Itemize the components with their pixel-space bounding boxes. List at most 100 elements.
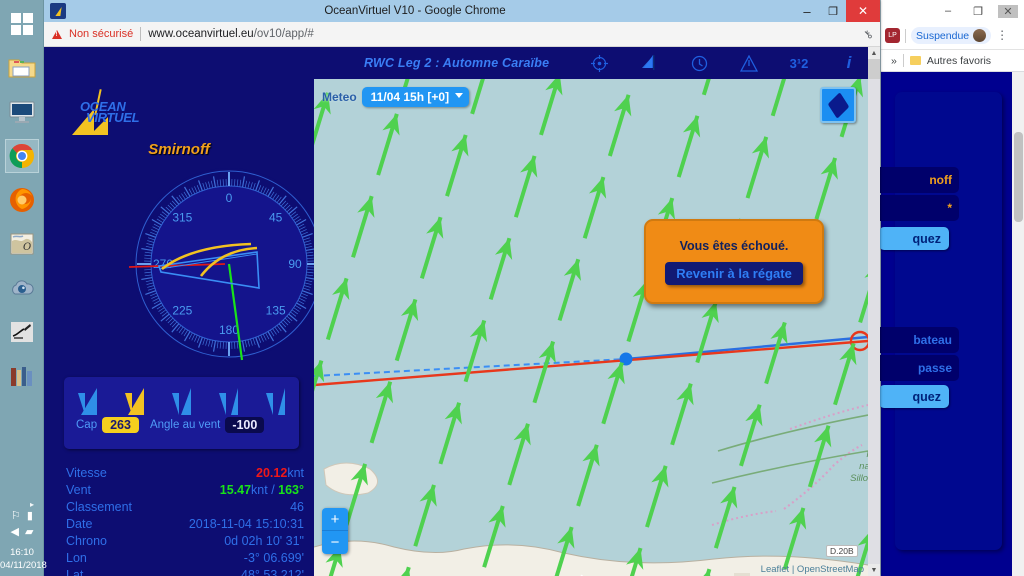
- meteo-select[interactable]: 11/04 15h [+0]: [361, 87, 470, 107]
- wind-arrow-icon: [548, 254, 589, 326]
- layers-button[interactable]: [820, 87, 856, 123]
- telemetry-label: Lat: [66, 567, 84, 576]
- bookmark-folder-label[interactable]: Autres favoris: [927, 55, 991, 67]
- awa-input[interactable]: -100: [225, 417, 265, 433]
- wind-arrow-icon: [454, 315, 495, 387]
- wind-arrow-icon: [360, 377, 401, 448]
- bg-maximize-button[interactable]: ❐: [968, 5, 988, 18]
- windows-taskbar[interactable]: O ▸ ⚐ ▮ ◀ ▰ 16:10 04/11/2018: [0, 0, 47, 576]
- sail-selector-panel[interactable]: Cap 263 Angle au vent -100: [64, 377, 299, 449]
- oceanvirtuel-app[interactable]: RWC Leg 2 : Automne Caraïbe 3¹2 i OCEAN …: [44, 47, 880, 576]
- scroll-up-arrow[interactable]: ▲: [868, 47, 880, 59]
- warning-triangle-icon[interactable]: [739, 53, 759, 73]
- oceanvirtuel-logo[interactable]: OCEAN VIRTUEL: [64, 89, 174, 141]
- background-scrollbar[interactable]: [1012, 72, 1024, 576]
- zoom-out-button[interactable]: −: [322, 531, 348, 554]
- zoom-controls[interactable]: + −: [322, 508, 348, 554]
- bg-fragment-button-2[interactable]: quez: [879, 385, 949, 408]
- telemetry-value: 48° 53.212': [241, 567, 304, 576]
- wind-arrow-icon: [755, 317, 796, 389]
- sail-option-spinnaker[interactable]: [124, 387, 146, 415]
- wind-arrow-icon: [824, 338, 865, 410]
- sail-options[interactable]: [64, 383, 299, 415]
- grounded-dialog: Vous êtes échoué. Revenir à la régate: [644, 219, 824, 304]
- compass-dial[interactable]: 0 45 90 135 180 225 270 315: [129, 164, 329, 364]
- target-icon[interactable]: [589, 53, 609, 73]
- zoom-in-button[interactable]: +: [322, 508, 348, 531]
- taskbar-maps[interactable]: O: [5, 227, 39, 261]
- background-chrome-window[interactable]: – ❐ ✕ LP Suspendue ⋮ » Autres favoris no…: [875, 0, 1024, 576]
- avatar: [973, 29, 987, 42]
- app-scrollbar[interactable]: ▲ ▼: [868, 47, 880, 576]
- three-dots-icon[interactable]: ⋮: [996, 29, 1008, 41]
- header-icon-bar[interactable]: 3¹2 i: [589, 53, 859, 73]
- profile-chip[interactable]: Suspendue: [911, 27, 992, 44]
- close-button[interactable]: ✕: [846, 0, 880, 22]
- wind-arrows-layer: [314, 79, 868, 576]
- wind-arrow-icon: [404, 480, 445, 551]
- titlebar[interactable]: OceanVirtuel V10 - Google Chrome – ❐ ✕: [44, 0, 880, 22]
- wind-arrow-icon: [774, 503, 814, 574]
- wind-arrow-icon: [367, 109, 408, 180]
- taskbar-signature[interactable]: [5, 315, 39, 349]
- sail-option-stormjib[interactable]: [265, 387, 287, 415]
- taskbar-file-explorer[interactable]: [5, 51, 39, 85]
- taskbar-firefox[interactable]: [5, 183, 39, 217]
- wind-arrow-icon: [680, 564, 720, 576]
- return-to-race-button[interactable]: Revenir à la régate: [665, 261, 803, 285]
- sail-option-staysail[interactable]: [218, 387, 240, 415]
- wind-arrow-icon: [429, 398, 470, 469]
- bookmarks-overflow-icon[interactable]: »: [891, 55, 897, 67]
- sail-option-solent[interactable]: [171, 387, 193, 415]
- race-title: RWC Leg 2 : Automne Caraïbe: [364, 56, 550, 70]
- flag-icon[interactable]: ⚐: [11, 509, 21, 522]
- info-icon[interactable]: i: [839, 53, 859, 73]
- minimize-button[interactable]: –: [794, 0, 820, 22]
- network-icon[interactable]: ▰: [25, 525, 33, 538]
- taskbar-library[interactable]: [5, 359, 39, 393]
- battery-icon[interactable]: ▮: [27, 509, 33, 522]
- background-scrollbar-thumb[interactable]: [1014, 132, 1023, 222]
- compass-label: 225: [172, 304, 192, 318]
- lastpass-icon[interactable]: LP: [885, 28, 900, 43]
- map-attribution[interactable]: Leaflet | OpenStreetMap: [761, 564, 864, 575]
- wind-arrow-icon: [436, 130, 477, 201]
- security-label[interactable]: Non sécurisé: [69, 28, 133, 40]
- awa-label: Angle au vent: [149, 419, 221, 431]
- taskbar-clock[interactable]: 16:10 04/11/2018: [0, 546, 47, 572]
- maximize-button[interactable]: ❐: [820, 0, 846, 22]
- bg-minimize-button[interactable]: –: [938, 5, 958, 17]
- ranking-icon[interactable]: 3¹2: [789, 53, 809, 73]
- wind-arrow-icon: [523, 336, 564, 408]
- wind-arrow-icon: [636, 461, 677, 532]
- race-map[interactable]: Meteo 11/04 15h [+0] + − Réserve naturel…: [314, 79, 868, 576]
- taskbar-chrome[interactable]: [4, 139, 39, 173]
- system-tray[interactable]: ▸ ⚐ ▮ ◀ ▰: [0, 500, 44, 538]
- scrollbar-thumb[interactable]: [868, 59, 880, 79]
- url-input[interactable]: www.oceanvirtuel.eu/ov10/app/#: [148, 28, 314, 40]
- telemetry-unit: knt /: [251, 482, 279, 497]
- wind-arrow-icon: [505, 151, 546, 222]
- bg-fragment-passe: passe: [875, 355, 959, 381]
- bg-fragment-button-1[interactable]: quez: [879, 227, 949, 250]
- sail-option-genoa[interactable]: [77, 387, 99, 415]
- telemetry-row: Classement 46: [66, 498, 304, 515]
- clock-icon[interactable]: [689, 53, 709, 73]
- bg-close-button[interactable]: ✕: [998, 4, 1018, 18]
- key-icon[interactable]: ⚷: [861, 27, 875, 41]
- volume-icon[interactable]: ◀: [11, 525, 19, 538]
- taskbar-lenovo[interactable]: [5, 95, 39, 129]
- telemetry-label: Vent: [66, 482, 92, 497]
- scroll-down-arrow[interactable]: ▼: [868, 564, 880, 576]
- chrome-window[interactable]: OceanVirtuel V10 - Google Chrome – ❐ ✕ N…: [44, 0, 880, 576]
- meteo-control[interactable]: Meteo 11/04 15h [+0]: [322, 87, 470, 107]
- wind-arrow-icon: [473, 501, 514, 572]
- start-button[interactable]: [5, 7, 39, 41]
- map-label-reserve: Réserve naturelle du Sillon de Talbert: [850, 449, 868, 484]
- taskbar-cloud[interactable]: [5, 271, 39, 305]
- cap-input[interactable]: 263: [102, 417, 139, 433]
- address-bar[interactable]: Non sécurisé www.oceanvirtuel.eu/ov10/ap…: [44, 22, 880, 47]
- telemetry-value-2: 163°: [278, 482, 304, 497]
- sail-icon[interactable]: [639, 53, 659, 73]
- show-hidden-icons-icon[interactable]: ▸: [0, 500, 44, 509]
